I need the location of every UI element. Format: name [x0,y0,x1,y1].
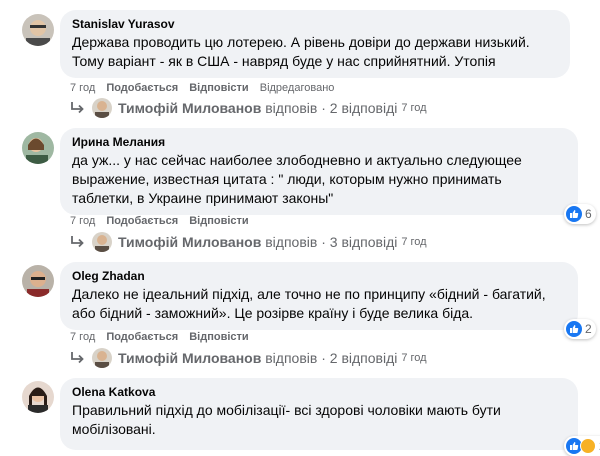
separator-dot: · [321,100,326,116]
edited-label[interactable]: Відредаговано [260,82,335,94]
reply-avatar [92,348,112,368]
replied-text: відповів [265,350,318,366]
like-icon [566,321,582,337]
reply-arrow-icon [71,236,84,248]
reply-action[interactable]: Відповісти [189,215,248,227]
reply-count: 3 відповіді [329,234,398,250]
comment-bubble: Stanislav Yurasov Держава проводить цю л… [60,10,570,78]
comment-time[interactable]: 7 год [70,82,95,94]
like-icon [566,206,582,222]
reply-count: 2 відповіді [329,350,398,366]
comment-author[interactable]: Oleg Zhadan [72,268,566,284]
comment-meta: 7 год Подобається Відповісти Відредагова… [70,81,342,95]
replies-link[interactable]: Тимофій Милованов відповів · 3 відповіді… [70,232,427,252]
replied-text: відповів [265,234,318,250]
separator-dot: · [321,350,326,366]
replied-text: відповів [265,100,318,116]
reply-arrow-icon [71,102,84,114]
replies-link[interactable]: Тимофій Милованов відповів · 2 відповіді… [70,98,427,118]
comment-author[interactable]: Stanislav Yurasov [72,16,558,32]
avatar[interactable] [22,265,54,297]
reaction-summary[interactable]: 2 [564,319,596,339]
comment-bubble: Oleg Zhadan Далеко не ідеальний підхід, … [60,262,578,330]
avatar[interactable] [22,132,54,164]
avatar[interactable] [22,381,54,413]
replies-link[interactable]: Тимофій Милованов відповів · 2 відповіді… [70,348,427,368]
reply-author: Тимофій Милованов [118,234,262,250]
comment-meta: 7 год Подобається Відповісти [70,330,257,344]
reply-time: 7 год [401,236,427,248]
reply-avatar [92,232,112,252]
reply-count: 2 відповіді [329,100,398,116]
avatar[interactable] [22,14,54,46]
like-action[interactable]: Подобається [106,215,178,227]
reply-action[interactable]: Відповісти [189,82,248,94]
comment-text: Далеко не ідеальний підхід, але точно не… [72,286,546,321]
comment-time[interactable]: 7 год [70,215,95,227]
reply-action[interactable]: Відповісти [189,331,248,343]
reply-time: 7 год [401,102,427,114]
comment-meta: 7 год Подобається Відповісти [70,214,257,228]
comment-text: да уж... у нас сейчас наиболее злободнев… [72,152,522,206]
comment-bubble: Ирина Мелания да уж... у нас сейчас наиб… [60,128,578,215]
haha-icon [580,438,596,454]
reaction-summary[interactable]: 6 [564,204,596,224]
like-action[interactable]: Подобається [106,82,178,94]
comment-text: Правильний підхід до мобілізації- всі зд… [72,402,501,437]
reaction-count: 2 [585,322,592,336]
reaction-count: 6 [585,207,592,221]
reply-author: Тимофій Милованов [118,350,262,366]
like-action[interactable]: Подобається [106,331,178,343]
reply-arrow-icon [71,352,84,364]
separator-dot: · [321,234,326,250]
reply-avatar [92,98,112,118]
reply-author: Тимофій Милованов [118,100,262,116]
comment-author[interactable]: Ирина Мелания [72,134,566,150]
comment-text: Держава проводить цю лотерею. А рівень д… [72,34,530,69]
reaction-summary[interactable]: 2 [564,436,600,456]
comment-bubble: Olena Katkova Правильний підхід до мобіл… [60,378,578,450]
comment-time[interactable]: 7 год [70,331,95,343]
reply-time: 7 год [401,352,427,364]
comment-author[interactable]: Olena Katkova [72,384,566,400]
